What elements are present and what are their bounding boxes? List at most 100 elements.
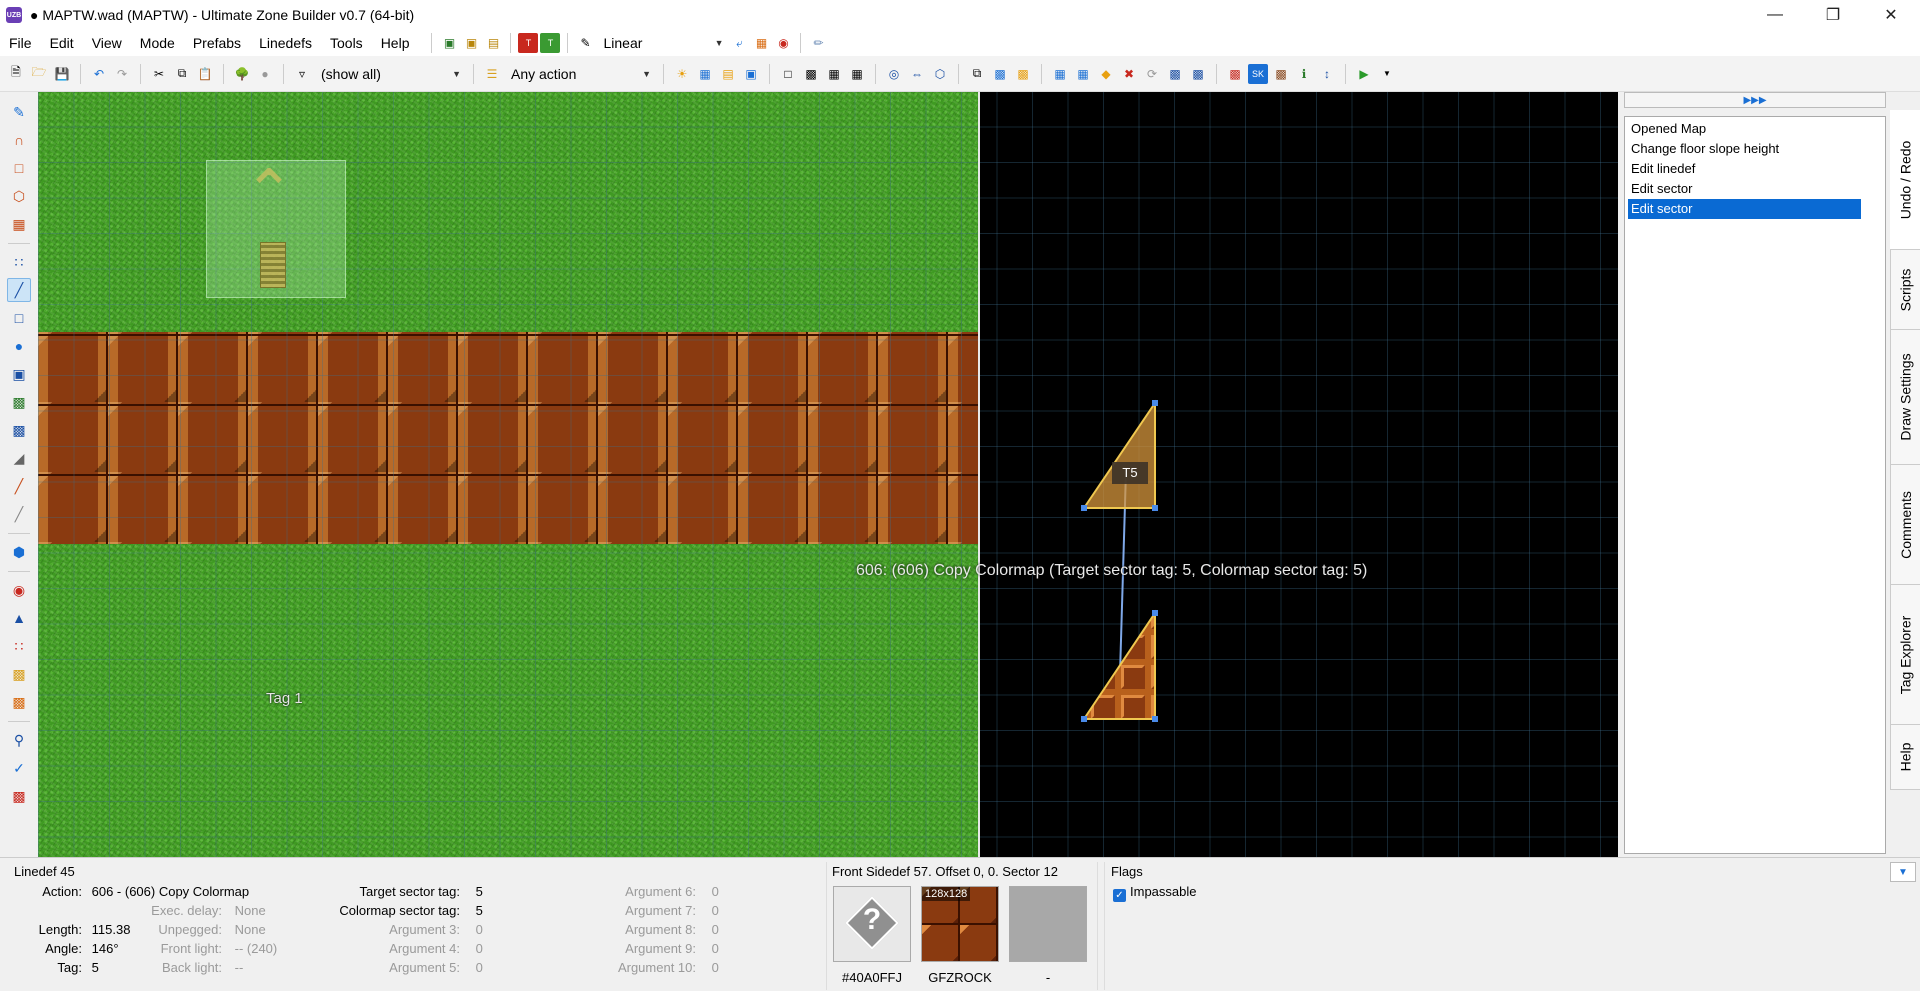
map-next-icon[interactable]: ▣	[461, 33, 481, 53]
linedef-mode-icon[interactable]: ⇔	[907, 64, 927, 84]
arrange-icon[interactable]: ▩	[1188, 64, 1208, 84]
menu-tools[interactable]: Tools	[321, 30, 372, 56]
terrain-icon[interactable]: ▲	[7, 606, 31, 630]
tree-icon[interactable]: 🌳	[232, 64, 252, 84]
action-filter-select[interactable]: Any action ▼	[505, 63, 655, 85]
menu-help[interactable]: Help	[372, 30, 419, 56]
stairs-icon[interactable]: ▩	[7, 690, 31, 714]
make-sectors-icon[interactable]: ▩	[7, 390, 31, 414]
undo-item[interactable]: Edit sector	[1628, 179, 1861, 199]
slope-icon[interactable]: ◢	[7, 446, 31, 470]
visual-3d-icon[interactable]: ⬢	[7, 540, 31, 564]
lower-texture-swatch[interactable]	[1009, 886, 1087, 962]
sector-sculpt-icon[interactable]: ▩	[7, 418, 31, 442]
new-file-icon[interactable]: 🗎	[6, 64, 26, 84]
view-normal-icon[interactable]: □	[778, 64, 798, 84]
map-prev-icon[interactable]: ▣	[439, 33, 459, 53]
tab-help[interactable]: Help	[1890, 725, 1920, 790]
open-file-icon[interactable]: 🗁	[29, 64, 49, 84]
grid-settings-icon[interactable]: ▦	[1050, 64, 1070, 84]
draw-grid-icon[interactable]: ▦	[7, 212, 31, 236]
undo-item[interactable]: Opened Map	[1628, 119, 1861, 139]
middle-texture-swatch[interactable]: 128x128	[921, 886, 999, 962]
save-icon[interactable]: 💾	[52, 64, 72, 84]
upper-texture-swatch[interactable]: ?	[833, 886, 911, 962]
elephant-icon[interactable]: ●	[255, 64, 275, 84]
sky-icon[interactable]: SK	[1248, 63, 1268, 84]
scatter-icon[interactable]: ∷	[7, 634, 31, 658]
tab-scripts[interactable]: Scripts	[1890, 250, 1920, 330]
undo-item-selected[interactable]: Edit sector	[1628, 199, 1861, 219]
cut-icon[interactable]: ✂	[149, 64, 169, 84]
expand-info-panel-button[interactable]: ▼	[1890, 862, 1916, 882]
map-canvas[interactable]: ⌃ Tag 1 T5 606: (606) Copy Colormap (Tar…	[38, 92, 1618, 857]
grid-snap-icon[interactable]: ▦	[1073, 64, 1093, 84]
merge-icon[interactable]: ⧉	[967, 64, 987, 84]
grid-gradient-icon[interactable]: ▦	[751, 33, 771, 53]
ruler-tool-icon[interactable]: ╱	[7, 502, 31, 526]
flag-impassable[interactable]: ✓ Impassable	[1113, 884, 1196, 902]
vertex[interactable]	[1081, 716, 1087, 722]
action-filter-icon[interactable]: ☰	[482, 64, 502, 84]
colormap-sector-triangle[interactable]	[1082, 609, 1156, 720]
paste-icon[interactable]: 📋	[195, 64, 215, 84]
collapse-panel-button[interactable]: ▶▶▶	[1624, 92, 1886, 108]
vertex[interactable]	[1081, 505, 1087, 511]
target-sector-triangle[interactable]	[1082, 399, 1156, 509]
vertex[interactable]	[1152, 716, 1158, 722]
undo-item[interactable]: Edit linedef	[1628, 159, 1861, 179]
target-gradient-icon[interactable]: ◉	[773, 33, 793, 53]
line-tool-icon[interactable]: ╱	[7, 474, 31, 498]
menu-prefabs[interactable]: Prefabs	[184, 30, 250, 56]
copy-icon[interactable]: ⧉	[172, 64, 192, 84]
flip-icon[interactable]: ✖	[1119, 64, 1139, 84]
sectors-mode-icon[interactable]: □	[7, 306, 31, 330]
menu-mode[interactable]: Mode	[131, 30, 184, 56]
curve-icon[interactable]: ⤶	[729, 33, 749, 53]
brush-icon[interactable]: ✎	[575, 33, 595, 53]
vertex[interactable]	[1152, 505, 1158, 511]
comment-icon[interactable]: ▤	[718, 64, 738, 84]
fullscreen-icon[interactable]: ▣	[741, 64, 761, 84]
draw-rectangle-icon[interactable]: □	[7, 156, 31, 180]
rotate-icon[interactable]: ⟳	[1142, 64, 1162, 84]
join-icon[interactable]: ▩	[990, 64, 1010, 84]
color-wheel-icon[interactable]: ◉	[7, 578, 31, 602]
vertex[interactable]	[1152, 610, 1158, 616]
texture-icon[interactable]: ▩	[1271, 64, 1291, 84]
restore-icon[interactable]: ❐	[1804, 0, 1862, 30]
layers-icon[interactable]: ▩	[1013, 64, 1033, 84]
menu-linedefs[interactable]: Linedefs	[250, 30, 321, 56]
redo-icon[interactable]: ↷	[112, 64, 132, 84]
vertex[interactable]	[1152, 400, 1158, 406]
filter-icon[interactable]: ▿	[292, 64, 312, 84]
play-icon[interactable]: ▶	[1354, 64, 1374, 84]
check-map-icon[interactable]: ✓	[7, 756, 31, 780]
view-brightness-icon[interactable]: ▩	[801, 64, 821, 84]
minimize-icon[interactable]: —	[1746, 0, 1804, 30]
checkbox-checked-icon[interactable]: ✓	[1113, 889, 1126, 902]
undo-item[interactable]: Change floor slope height	[1628, 139, 1861, 159]
thing-filter-select[interactable]: (show all) ▼	[315, 63, 465, 85]
tab-comments[interactable]: Comments	[1890, 465, 1920, 585]
ruler-icon[interactable]: ✏	[808, 33, 828, 53]
brightness-icon[interactable]: ☀	[672, 64, 692, 84]
menu-file[interactable]: File	[0, 30, 41, 56]
undo-icon[interactable]: ↶	[89, 64, 109, 84]
info-icon[interactable]: ℹ	[1294, 64, 1314, 84]
grid-toggle-icon[interactable]: ▦	[695, 64, 715, 84]
view-ceilings-icon[interactable]: ▦	[847, 64, 867, 84]
image-export-icon[interactable]: ▩	[7, 784, 31, 808]
tab-draw-settings[interactable]: Draw Settings	[1890, 330, 1920, 465]
things-mode-icon[interactable]: ●	[7, 334, 31, 358]
draw-lines-icon[interactable]: ✎	[7, 100, 31, 124]
draw-ellipse-icon[interactable]: ⬡	[7, 184, 31, 208]
bridge-icon[interactable]: ▩	[7, 662, 31, 686]
visual-mode-icon[interactable]: ◎	[884, 64, 904, 84]
find-icon[interactable]: ⚲	[7, 728, 31, 752]
tab-tag-explorer[interactable]: Tag Explorer	[1890, 585, 1920, 725]
view-floors-icon[interactable]: ▦	[824, 64, 844, 84]
map-copy-icon[interactable]: ▤	[483, 33, 503, 53]
interpolation-select[interactable]: Linear ▼	[597, 32, 727, 54]
menu-edit[interactable]: Edit	[41, 30, 83, 56]
